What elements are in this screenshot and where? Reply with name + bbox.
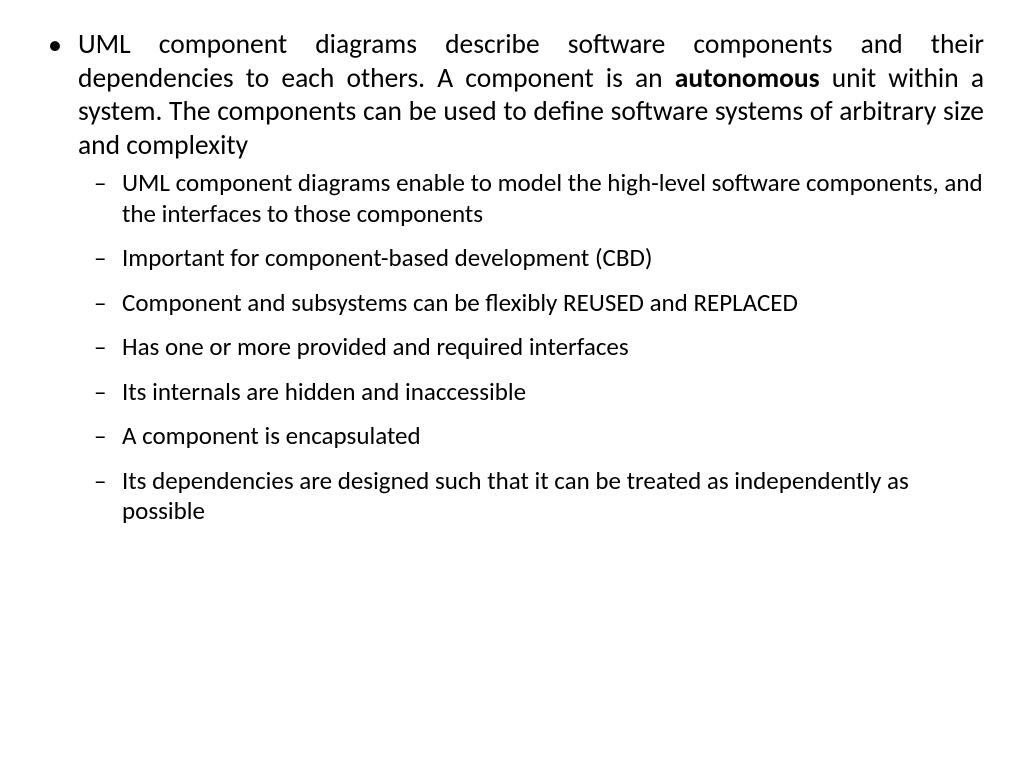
list-item: UML component diagrams enable to model t… xyxy=(78,168,984,229)
sub-text: UML component diagrams enable to model t… xyxy=(122,167,983,229)
list-item: Important for component-based developmen… xyxy=(78,243,984,274)
list-item: Component and subsystems can be flexibly… xyxy=(78,288,984,319)
main-text-bold: autonomous xyxy=(675,62,820,95)
sub-text: Has one or more provided and required in… xyxy=(122,331,629,362)
sub-text: A component is encapsulated xyxy=(122,420,421,451)
outer-list: UML component diagrams describe software… xyxy=(40,28,984,527)
list-item: Has one or more provided and required in… xyxy=(78,332,984,363)
main-bullet: UML component diagrams describe software… xyxy=(40,28,984,527)
list-item: Its dependencies are designed such that … xyxy=(78,466,984,527)
sub-text: Important for component-based developmen… xyxy=(122,242,652,273)
sub-text: Its dependencies are designed such that … xyxy=(122,465,909,527)
sub-text: Component and subsystems can be flexibly… xyxy=(122,287,798,318)
inner-list: UML component diagrams enable to model t… xyxy=(78,168,984,527)
list-item: Its internals are hidden and inaccessibl… xyxy=(78,377,984,408)
sub-text: Its internals are hidden and inaccessibl… xyxy=(122,376,526,407)
slide: UML component diagrams describe software… xyxy=(0,0,1024,768)
list-item: A component is encapsulated xyxy=(78,421,984,452)
